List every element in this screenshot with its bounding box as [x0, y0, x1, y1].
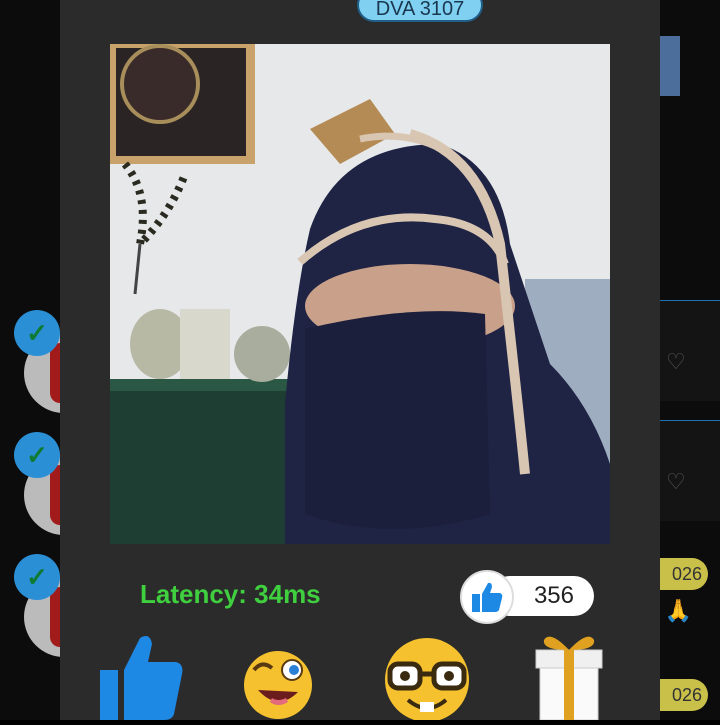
verified-icon: ✓	[14, 432, 60, 478]
room-title-badge: DVA 3107	[357, 0, 483, 22]
gift-icon	[535, 636, 603, 721]
heart-icon[interactable]: ♡	[666, 349, 686, 375]
thumbs-up-reaction[interactable]	[98, 630, 188, 720]
latency-label: Latency: 34ms	[140, 579, 321, 609]
thumbs-up-icon	[100, 636, 183, 720]
pray-icon: 🙏	[664, 598, 692, 623]
verified-icon: ✓	[14, 554, 60, 600]
list-item[interactable]: ♡	[660, 300, 720, 401]
verified-icon: ✓	[14, 310, 60, 356]
winking-face-icon	[244, 651, 312, 719]
like-button[interactable]	[460, 570, 514, 624]
profile-modal: DVA 3107 Latency: 34ms 356	[60, 0, 660, 722]
like-counter[interactable]: 356	[460, 570, 594, 624]
thumbs-up-icon	[472, 582, 503, 612]
nerd-face-icon	[385, 638, 469, 722]
profile-photo	[110, 44, 610, 544]
list-item[interactable]: ♡	[660, 420, 720, 521]
photo-illustration	[110, 44, 610, 544]
nerd-face-reaction[interactable]	[382, 630, 472, 722]
winking-face-reaction[interactable]	[240, 630, 330, 720]
gift-reaction[interactable]	[530, 630, 620, 721]
heart-icon[interactable]: ♡	[666, 469, 686, 495]
